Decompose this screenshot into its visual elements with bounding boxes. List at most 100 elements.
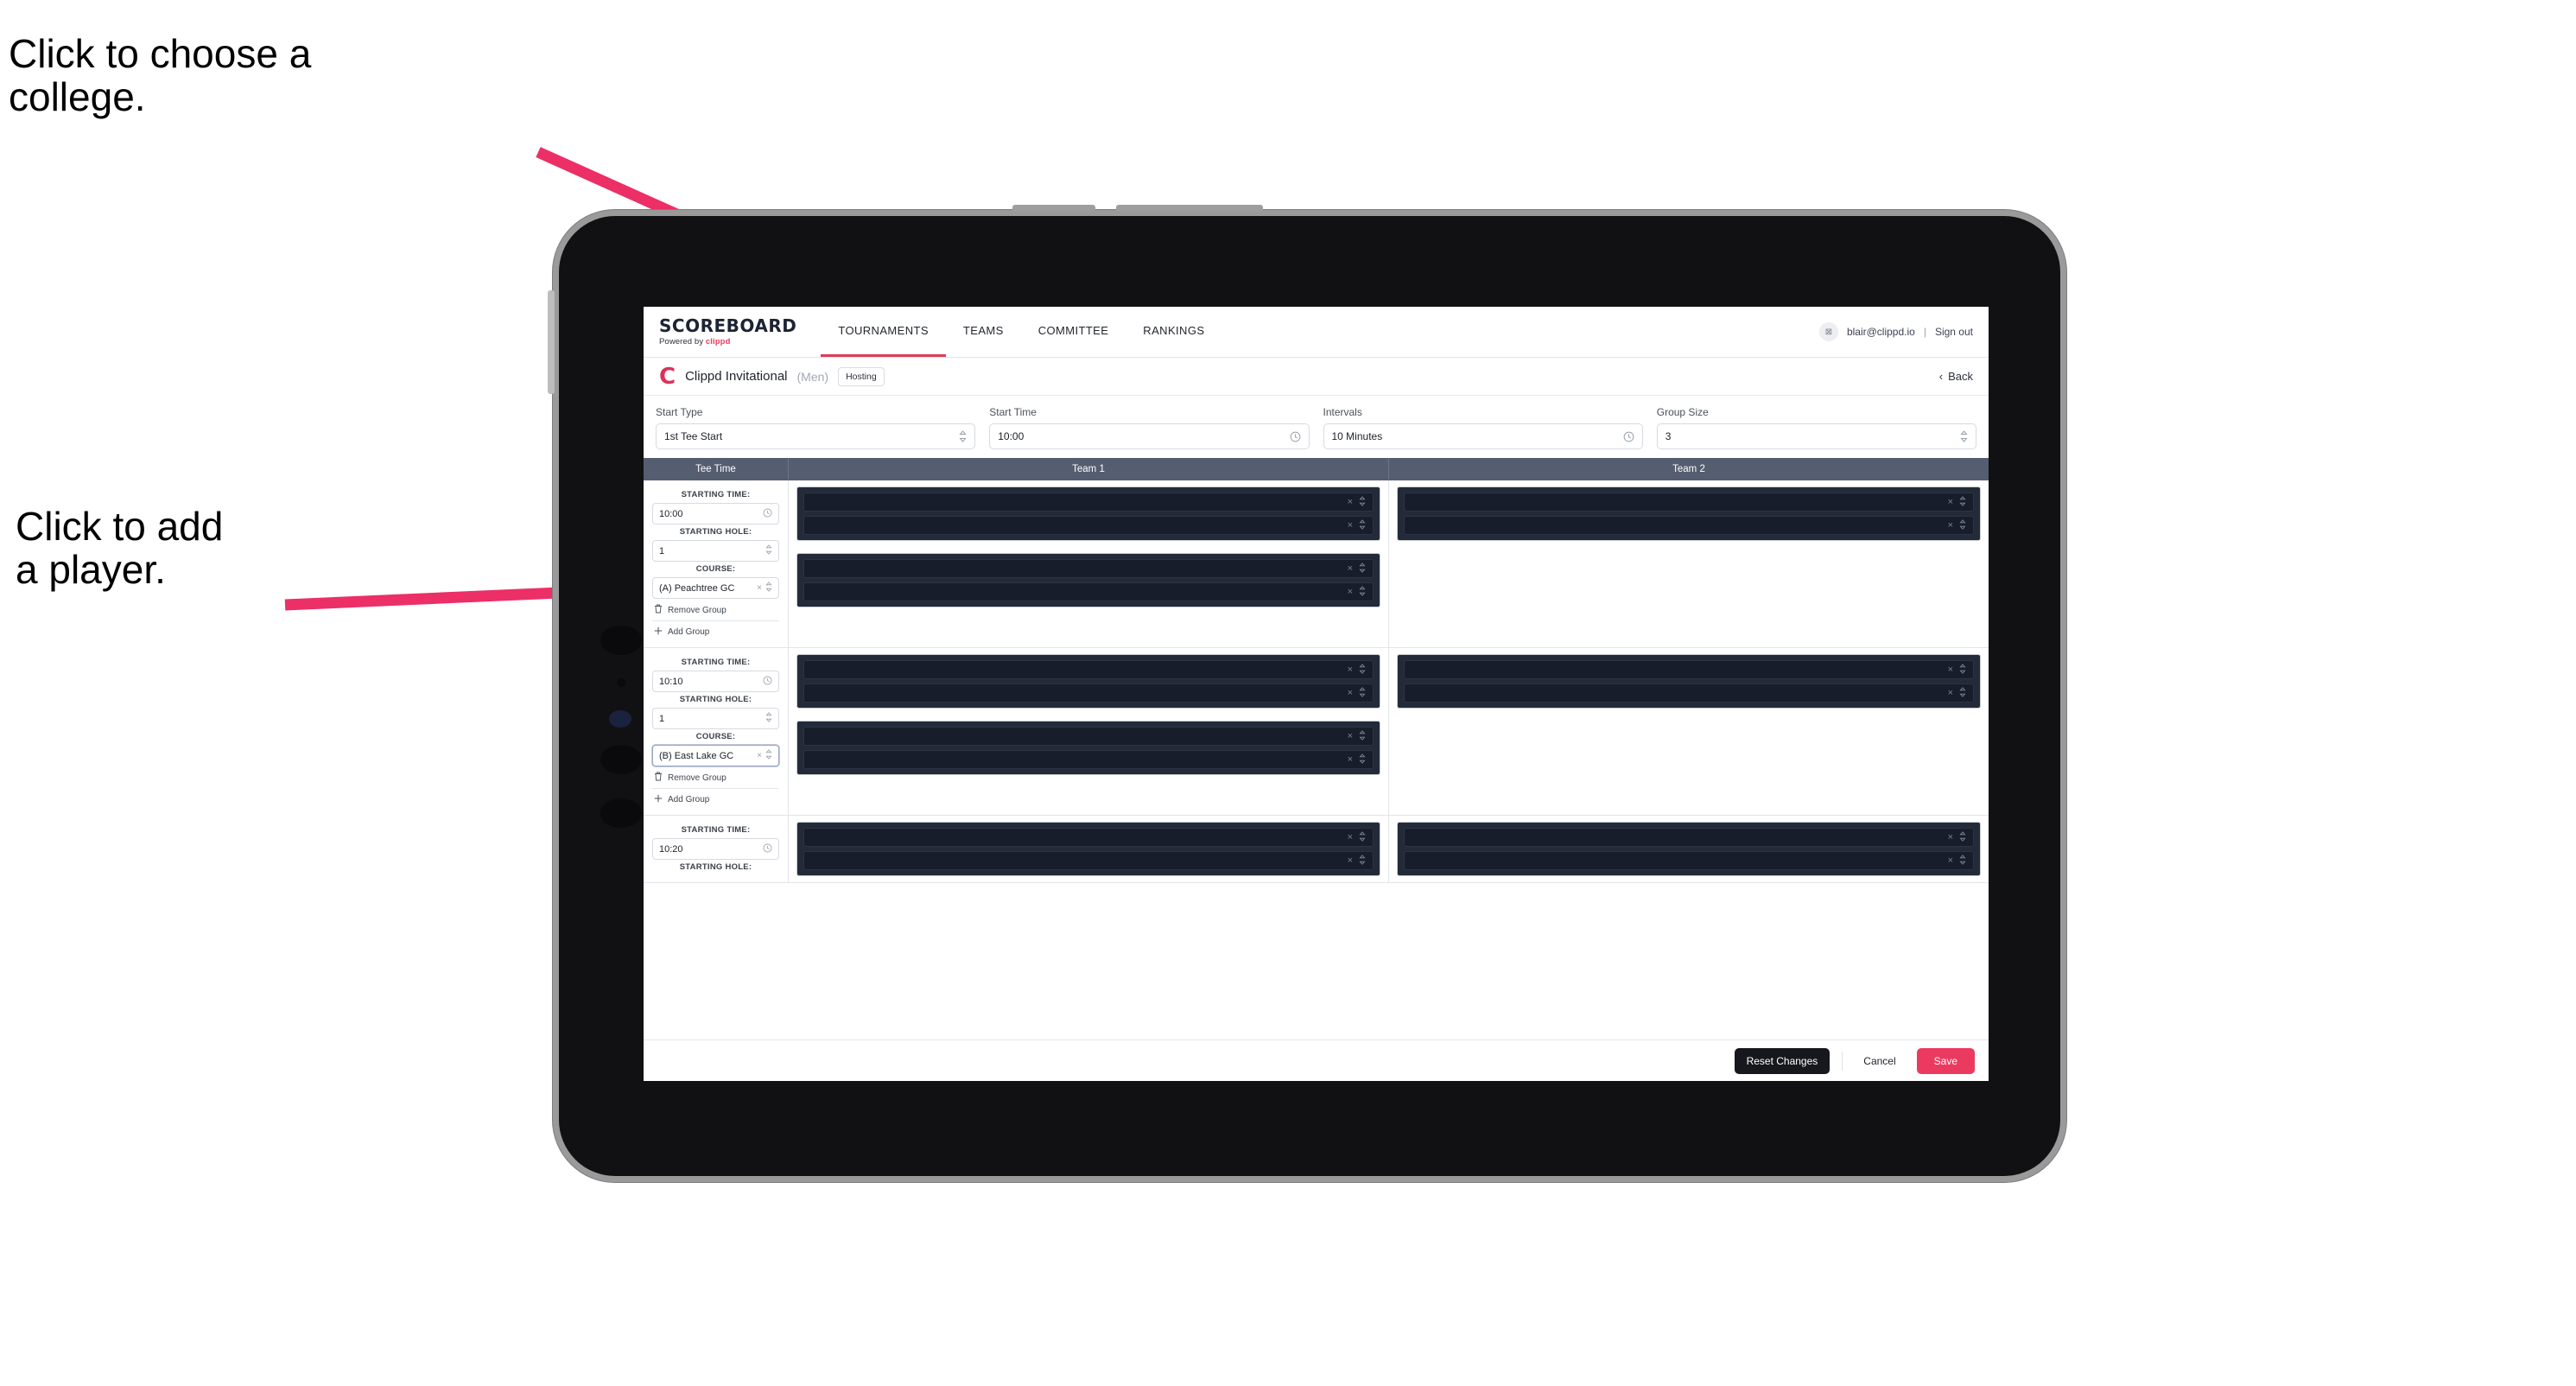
save-button[interactable]: Save (1916, 1047, 1975, 1074)
stepper-icon[interactable] (765, 749, 772, 762)
stepper-icon[interactable] (1959, 830, 1966, 844)
tablet-top-button-a[interactable] (1012, 205, 1095, 212)
column-header-team-2: Team 2 (1672, 464, 1705, 474)
clear-icon[interactable]: × (1348, 855, 1353, 866)
player-slot[interactable]: × (803, 559, 1374, 578)
tablet-camera-lens-2 (600, 745, 642, 774)
clear-icon[interactable]: × (1348, 731, 1353, 741)
starting-time-input[interactable]: 10:20 (652, 838, 779, 860)
player-slot[interactable]: × (803, 582, 1374, 601)
trash-icon (654, 772, 663, 784)
nav-item-rankings[interactable]: RANKINGS (1126, 307, 1221, 357)
remove-group-button[interactable]: Remove Group (652, 599, 779, 620)
stepper-icon[interactable] (1359, 753, 1366, 766)
clear-icon[interactable]: × (1348, 563, 1353, 574)
stepper-icon[interactable] (1359, 585, 1366, 599)
player-slot[interactable]: × (1404, 828, 1974, 847)
stepper-icon[interactable] (1359, 495, 1366, 509)
clear-icon[interactable]: × (1348, 520, 1353, 531)
stepper-icon[interactable] (1359, 518, 1366, 532)
nav-item-tournaments[interactable]: TOURNAMENTS (821, 307, 946, 357)
clear-icon[interactable]: × (1948, 688, 1953, 698)
clear-icon[interactable]: × (1348, 497, 1353, 507)
clear-icon[interactable]: × (1948, 520, 1953, 531)
player-slot[interactable]: × (803, 660, 1374, 679)
tablet-volume-button[interactable] (548, 290, 555, 394)
player-slot[interactable]: × (803, 828, 1374, 847)
start-time-input[interactable]: 10:00 (989, 423, 1310, 449)
back-button[interactable]: ‹ Back (1939, 370, 1973, 383)
stepper-icon[interactable] (1359, 562, 1366, 575)
player-slot[interactable]: × (1404, 516, 1974, 535)
nav-item-teams[interactable]: TEAMS (946, 307, 1021, 357)
remove-group-button[interactable]: Remove Group (652, 766, 779, 788)
tablet-top-button-b[interactable] (1116, 205, 1263, 212)
stepper-icon[interactable] (765, 544, 772, 557)
stepper-icon[interactable] (1359, 854, 1366, 868)
stepper-icon[interactable] (1959, 495, 1966, 509)
player-slot[interactable]: × (803, 683, 1374, 703)
group-size-select[interactable]: 3 (1656, 423, 1976, 449)
clear-icon[interactable]: × (1948, 832, 1953, 842)
footer-divider (1842, 1051, 1843, 1071)
table-body: STARTING TIME: 10:00 STARTING HOLE: 1 CO… (644, 480, 1989, 1040)
player-slot[interactable]: × (803, 750, 1374, 769)
clear-icon[interactable]: × (1348, 754, 1353, 765)
tablet-flash-icon (609, 710, 631, 728)
player-slot[interactable]: × (803, 727, 1374, 746)
stepper-icon[interactable] (1959, 663, 1966, 677)
clear-icon[interactable]: × (1348, 587, 1353, 597)
table-header-row: Tee Time Team 1 Team 2 (644, 458, 1989, 480)
add-group-button[interactable]: Add Group (652, 788, 779, 810)
stepper-icon[interactable] (1359, 663, 1366, 677)
clear-icon[interactable]: × (757, 583, 762, 593)
sign-out-link[interactable]: Sign out (1935, 326, 1973, 338)
player-slot[interactable]: × (1404, 493, 1974, 512)
starting-time-input[interactable]: 10:10 (652, 671, 779, 692)
clear-icon[interactable]: × (1348, 832, 1353, 842)
course-select[interactable]: (A) Peachtree GC × (652, 577, 779, 599)
clear-icon[interactable]: × (1948, 664, 1953, 675)
clear-icon[interactable]: × (1348, 664, 1353, 675)
add-group-button[interactable]: Add Group (652, 620, 779, 642)
player-slot[interactable]: × (1404, 660, 1974, 679)
nav-item-committee[interactable]: COMMITTEE (1021, 307, 1126, 357)
clock-icon[interactable] (1290, 431, 1301, 442)
stepper-icon[interactable] (959, 430, 967, 442)
stepper-icon[interactable] (1359, 729, 1366, 743)
stepper-icon[interactable] (1359, 686, 1366, 700)
avatar[interactable]: ⊠ (1818, 322, 1838, 341)
player-slot[interactable]: × (803, 851, 1374, 870)
clear-icon[interactable]: × (1948, 497, 1953, 507)
clock-icon[interactable] (763, 508, 772, 520)
clear-icon[interactable]: × (1948, 855, 1953, 866)
player-slot[interactable]: × (803, 493, 1374, 512)
clock-icon[interactable] (763, 843, 772, 855)
player-slot[interactable]: × (1404, 851, 1974, 870)
brand-logo[interactable]: SCOREBOARD Powered by clippd (659, 307, 821, 357)
clock-icon[interactable] (1623, 431, 1634, 442)
player-slot[interactable]: × (803, 516, 1374, 535)
course-select[interactable]: (B) East Lake GC × (652, 745, 779, 766)
cancel-button[interactable]: Cancel (1855, 1048, 1904, 1074)
stepper-icon[interactable] (765, 582, 772, 594)
clear-icon[interactable]: × (1348, 688, 1353, 698)
starting-time-input[interactable]: 10:00 (652, 503, 779, 525)
player-slot[interactable]: × (1404, 683, 1974, 703)
stepper-icon[interactable] (1959, 518, 1966, 532)
starting-hole-input[interactable]: 1 (652, 708, 779, 729)
clock-icon[interactable] (763, 676, 772, 688)
stepper-icon[interactable] (1359, 830, 1366, 844)
stepper-icon[interactable] (765, 712, 772, 725)
team-1-cell: × × × × (789, 480, 1389, 647)
stepper-icon[interactable] (1959, 854, 1966, 868)
starting-hole-input[interactable]: 1 (652, 540, 779, 562)
tournament-gender: (Men) (796, 369, 829, 384)
clear-icon[interactable]: × (757, 751, 762, 760)
stepper-icon[interactable] (1959, 686, 1966, 700)
intervals-input[interactable]: 10 Minutes (1323, 423, 1643, 449)
start-type-select[interactable]: 1st Tee Start (656, 423, 976, 449)
back-button-label: Back (1948, 370, 1973, 383)
stepper-icon[interactable] (1960, 430, 1968, 442)
reset-changes-button[interactable]: Reset Changes (1734, 1047, 1830, 1074)
